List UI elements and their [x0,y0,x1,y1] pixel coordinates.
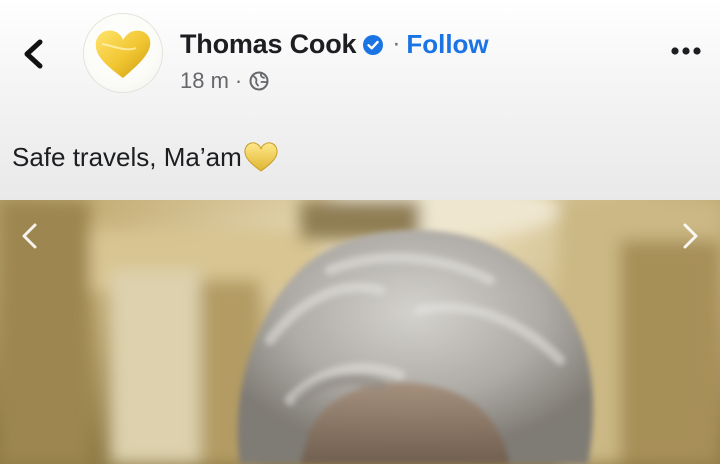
facebook-post: Thomas Cook · Follow 18 m · Safe travels… [0,0,720,464]
more-dots-icon [671,47,701,55]
yellow-heart-icon [244,142,278,172]
post-meta: 18 m · [180,66,270,96]
verified-badge-icon [363,35,384,55]
back-button[interactable] [16,34,52,74]
chevron-left-icon [24,39,43,69]
post-caption: Safe travels, Ma’am [12,140,280,174]
chevron-right-icon [683,223,698,249]
avatar[interactable] [84,14,162,92]
account-name[interactable]: Thomas Cook [180,29,357,60]
follow-button[interactable]: Follow [406,29,488,60]
globe-icon [249,71,269,91]
more-options-button[interactable] [666,38,706,64]
carousel-next-button[interactable] [672,218,708,254]
carousel-prev-button[interactable] [12,218,48,254]
caption-text: Safe travels, Ma’am [12,141,242,172]
post-header: Thomas Cook · Follow 18 m · Safe travels… [0,0,720,200]
separator-dot: · [392,30,401,57]
golden-heart-logo [95,30,151,78]
timestamp[interactable]: 18 m [180,68,229,94]
post-photo[interactable] [0,200,720,464]
separator-dot: · [234,68,243,93]
chevron-left-icon [22,223,37,249]
author-row: Thomas Cook · Follow [180,26,489,62]
photo-image [0,200,720,464]
